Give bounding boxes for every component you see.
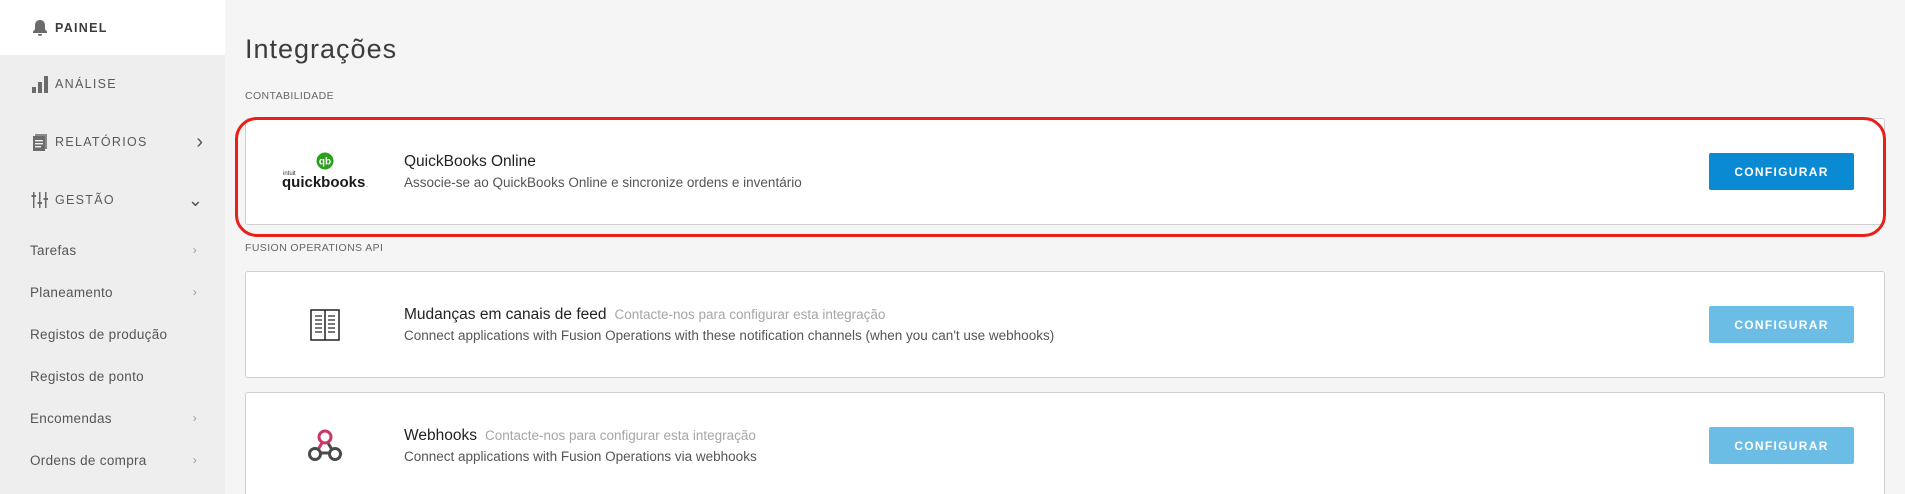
sidebar-item-relatorios[interactable]: RELATÓRIOS › <box>0 113 225 171</box>
sidebar-item-label: Tarefas <box>30 242 77 258</box>
integration-card-quickbooks: qb intuit quickbooks . QuickBooks Online… <box>245 118 1885 225</box>
integration-card-webhooks: Webhooks Contacte-nos para configurar es… <box>245 392 1885 494</box>
integration-title: Mudanças em canais de feed <box>404 306 607 323</box>
sidebar-item-tarefas[interactable]: Tarefas › <box>0 229 225 271</box>
integration-info: Webhooks Contacte-nos para configurar es… <box>404 427 1709 464</box>
integration-info: QuickBooks Online Associe-se ao QuickBoo… <box>404 153 1709 190</box>
section-label-fusion-operations-api: FUSION OPERATIONS API <box>245 242 384 254</box>
sidebar-item-registos-ponto[interactable]: Registos de ponto <box>0 355 225 397</box>
configure-button-feed-channels[interactable]: CONFIGURAR <box>1709 306 1854 343</box>
app: PAINEL ANÁLISE RELATÓRIOS › GESTÃO ⌄ Tar… <box>0 0 1905 494</box>
sliders-icon <box>30 190 50 210</box>
integration-title: Webhooks <box>404 427 477 444</box>
sidebar-item-planeamento[interactable]: Planeamento › <box>0 271 225 313</box>
contact-note: Contacte-nos para configurar esta integr… <box>614 307 886 322</box>
integrations-page: Integrações CONTABILIDADE qb intuit quic… <box>225 0 1905 494</box>
sidebar-item-ordens-compra[interactable]: Ordens de compra › <box>0 439 225 481</box>
sidebar-item-label: Ordens de compra <box>30 452 147 468</box>
sidebar-item-label: Registos de ponto <box>30 368 144 384</box>
sidebar: PAINEL ANÁLISE RELATÓRIOS › GESTÃO ⌄ Tar… <box>0 0 225 494</box>
integration-title: QuickBooks Online <box>404 153 536 170</box>
bell-icon <box>30 18 50 38</box>
bar-chart-icon <box>30 74 50 94</box>
integration-title-row: QuickBooks Online <box>404 153 1709 171</box>
integration-title-row: Mudanças em canais de feed Contacte-nos … <box>404 306 1709 324</box>
integration-card-feed-channels: Mudanças em canais de feed Contacte-nos … <box>245 271 1885 378</box>
sidebar-item-label: GESTÃO <box>55 193 115 207</box>
sidebar-item-label: PAINEL <box>55 20 108 35</box>
sidebar-item-label: ANÁLISE <box>55 77 117 91</box>
chevron-right-icon: › <box>196 130 203 153</box>
chevron-right-icon: › <box>192 411 197 425</box>
chevron-right-icon: › <box>192 453 197 467</box>
document-icon <box>30 132 50 152</box>
sidebar-item-gestao[interactable]: GESTÃO ⌄ <box>0 171 225 229</box>
sidebar-item-registos-producao[interactable]: Registos de produção <box>0 313 225 355</box>
page-title: Integrações <box>245 34 398 64</box>
chevron-right-icon: › <box>192 243 197 257</box>
integration-description: Connect applications with Fusion Operati… <box>404 449 757 464</box>
svg-text:quickbooks: quickbooks <box>282 174 365 191</box>
sidebar-item-label: Registos de produção <box>30 326 168 342</box>
integration-title-row: Webhooks Contacte-nos para configurar es… <box>404 427 1709 445</box>
sidebar-item-encomendas[interactable]: Encomendas › <box>0 397 225 439</box>
integration-description: Connect applications with Fusion Operati… <box>404 328 1055 343</box>
chevron-down-icon: ⌄ <box>187 190 203 210</box>
chevron-right-icon: › <box>192 285 197 299</box>
integration-info: Mudanças em canais de feed Contacte-nos … <box>404 306 1709 343</box>
svg-text:qb: qb <box>319 156 331 167</box>
contact-note: Contacte-nos para configurar esta integr… <box>484 428 756 443</box>
configure-button-quickbooks[interactable]: CONFIGURAR <box>1709 153 1854 190</box>
sidebar-item-label: RELATÓRIOS <box>55 135 148 149</box>
svg-text:.: . <box>366 182 368 189</box>
integration-description: Associe-se ao QuickBooks Online e sincro… <box>404 175 802 190</box>
sidebar-item-label: Planeamento <box>30 284 113 300</box>
sidebar-item-analise[interactable]: ANÁLISE <box>0 55 225 113</box>
section-label-contabilidade: CONTABILIDADE <box>245 90 335 102</box>
webhook-icon <box>246 429 404 463</box>
configure-button-webhooks[interactable]: CONFIGURAR <box>1709 427 1854 464</box>
quickbooks-logo: qb intuit quickbooks . <box>246 152 404 192</box>
sidebar-item-painel[interactable]: PAINEL <box>0 0 225 55</box>
sidebar-item-label: Encomendas <box>30 410 112 426</box>
feed-book-icon <box>246 308 404 342</box>
